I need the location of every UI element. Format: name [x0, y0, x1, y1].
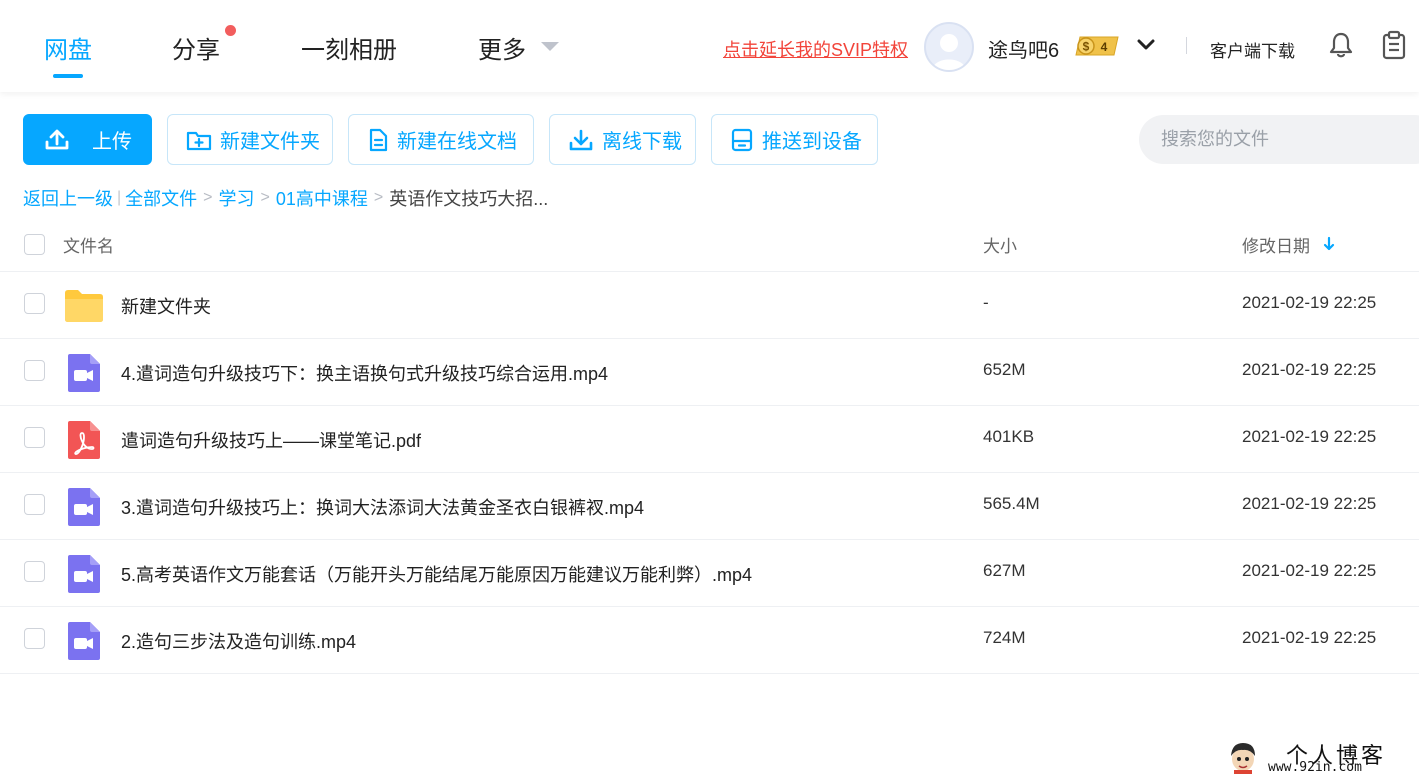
offline-download-button[interactable]: 离线下载 — [549, 114, 696, 165]
video-file-icon — [68, 354, 100, 392]
back-link[interactable]: 返回上一级 — [23, 185, 113, 211]
user-avatar-icon — [932, 34, 966, 70]
bell-icon[interactable] — [1328, 31, 1354, 59]
sort-down-arrow-icon[interactable] — [1322, 236, 1336, 252]
folder-plus-icon — [186, 131, 212, 150]
avatar[interactable] — [924, 22, 974, 72]
table-row[interactable]: 4.遣词造句升级技巧下：换主语换句式升级技巧综合运用.mp4 652M 2021… — [0, 339, 1419, 406]
upload-label: 上传 — [92, 131, 132, 153]
video-file-icon — [68, 555, 100, 593]
vip-badge[interactable]: $ 4 — [1072, 35, 1120, 57]
row-checkbox[interactable] — [24, 628, 45, 649]
new-online-doc-label: 新建在线文档 — [397, 131, 517, 153]
file-size: 652M — [983, 360, 1026, 379]
folder-icon — [65, 290, 103, 322]
file-size: 401KB — [983, 427, 1035, 446]
clipboard-icon[interactable] — [1381, 30, 1407, 60]
column-header-size[interactable]: 大小 — [983, 232, 1017, 257]
file-modified: 2021-02-19 22:25 — [1242, 494, 1377, 513]
new-online-doc-button[interactable]: 新建在线文档 — [348, 114, 534, 165]
chevron-right-icon: > — [373, 189, 384, 206]
row-checkbox[interactable] — [24, 360, 45, 381]
file-size: 565.4M — [983, 494, 1040, 513]
push-to-device-label: 推送到设备 — [762, 131, 862, 153]
row-checkbox[interactable] — [24, 494, 45, 515]
divider: | — [117, 189, 122, 206]
upload-button[interactable]: 上传 — [23, 114, 152, 165]
column-header-modified[interactable]: 修改日期 — [1242, 232, 1310, 257]
video-file-icon — [68, 488, 100, 526]
divider — [1186, 37, 1187, 54]
tab-share[interactable]: 分享 — [172, 30, 220, 65]
file-name[interactable]: 4.遣词造句升级技巧下：换主语换句式升级技巧综合运用.mp4 — [121, 360, 608, 386]
video-file-icon — [68, 622, 100, 660]
row-checkbox[interactable] — [24, 293, 45, 314]
active-tab-indicator — [53, 74, 83, 78]
file-modified: 2021-02-19 22:25 — [1242, 360, 1377, 379]
new-folder-label: 新建文件夹 — [220, 131, 320, 153]
table-row[interactable]: 2.造句三步法及造句训练.mp4 724M 2021-02-19 22:25 — [0, 607, 1419, 674]
file-name[interactable]: 遣词造句升级技巧上——课堂笔记.pdf — [121, 427, 421, 453]
table-row[interactable]: 新建文件夹 - 2021-02-19 22:25 — [0, 272, 1419, 339]
file-modified: 2021-02-19 22:25 — [1242, 561, 1377, 580]
tab-more[interactable]: 更多 — [478, 30, 526, 65]
breadcrumb-current: 英语作文技巧大招... — [389, 189, 549, 209]
chevron-right-icon: > — [203, 189, 213, 206]
username[interactable]: 途鸟吧6 — [988, 34, 1059, 63]
client-download-link[interactable]: 客户端下载 — [1210, 37, 1295, 62]
table-row[interactable]: 3.遣词造句升级技巧上：换词大法添词大法黄金圣衣白银裤衩.mp4 565.4M … — [0, 473, 1419, 540]
file-size: 627M — [983, 561, 1026, 580]
vip-level: 4 — [1101, 40, 1108, 54]
chevron-down-icon[interactable] — [541, 42, 559, 51]
file-modified: 2021-02-19 22:25 — [1242, 427, 1377, 446]
svg-text:$: $ — [1083, 40, 1090, 54]
watermark: 个人博客 www.92in.com — [1228, 738, 1413, 778]
file-name[interactable]: 新建文件夹 — [121, 293, 211, 319]
search-input[interactable] — [1139, 115, 1419, 164]
cartoon-face-icon — [1231, 743, 1255, 774]
chevron-right-icon: > — [260, 189, 270, 206]
push-to-device-button[interactable]: 推送到设备 — [711, 114, 878, 165]
row-checkbox[interactable] — [24, 427, 45, 448]
row-checkbox[interactable] — [24, 561, 45, 582]
column-header-name[interactable]: 文件名 — [63, 232, 114, 257]
table-row[interactable]: 遣词造句升级技巧上——课堂笔记.pdf 401KB 2021-02-19 22:… — [0, 406, 1419, 473]
chevron-down-icon[interactable] — [1136, 37, 1156, 53]
svip-renew-link[interactable]: 点击延长我的SVIP特权 — [723, 36, 908, 62]
notification-dot — [225, 25, 236, 36]
breadcrumb-item-all-files[interactable]: 全部文件 — [125, 185, 197, 211]
file-name[interactable]: 2.造句三步法及造句训练.mp4 — [121, 628, 356, 654]
table-row[interactable]: 5.高考英语作文万能套话（万能开头万能结尾万能原因万能建议万能利弊）.mp4 6… — [0, 540, 1419, 607]
watermark-url: www.92in.com — [1268, 760, 1362, 775]
tab-moment-album[interactable]: 一刻相册 — [301, 30, 397, 65]
device-icon — [731, 128, 753, 151]
document-icon — [369, 128, 388, 151]
file-modified: 2021-02-19 22:25 — [1242, 293, 1377, 312]
file-size: 724M — [983, 628, 1026, 647]
select-all-checkbox[interactable] — [24, 234, 45, 255]
file-size: - — [983, 293, 989, 312]
new-folder-button[interactable]: 新建文件夹 — [167, 114, 333, 165]
breadcrumb-item-study[interactable]: 学习 — [219, 185, 255, 211]
file-modified: 2021-02-19 22:25 — [1242, 628, 1377, 647]
download-icon — [569, 129, 593, 150]
breadcrumb-item-course[interactable]: 01高中课程 — [276, 185, 368, 211]
tab-netdisk[interactable]: 网盘 — [44, 30, 92, 65]
breadcrumb: 返回上一级 | 全部文件 > 学习 > 01高中课程 > 英语作文技巧大招... — [23, 185, 548, 211]
file-name[interactable]: 5.高考英语作文万能套话（万能开头万能结尾万能原因万能建议万能利弊）.mp4 — [121, 561, 752, 587]
offline-download-label: 离线下载 — [602, 131, 682, 153]
pdf-file-icon — [68, 421, 100, 459]
top-nav: 网盘 分享 一刻相册 更多 点击延长我的SVIP特权 途鸟吧6 $ 4 客户端下… — [0, 0, 1419, 92]
file-name[interactable]: 3.遣词造句升级技巧上：换词大法添词大法黄金圣衣白银裤衩.mp4 — [121, 494, 644, 520]
upload-icon — [45, 129, 69, 149]
